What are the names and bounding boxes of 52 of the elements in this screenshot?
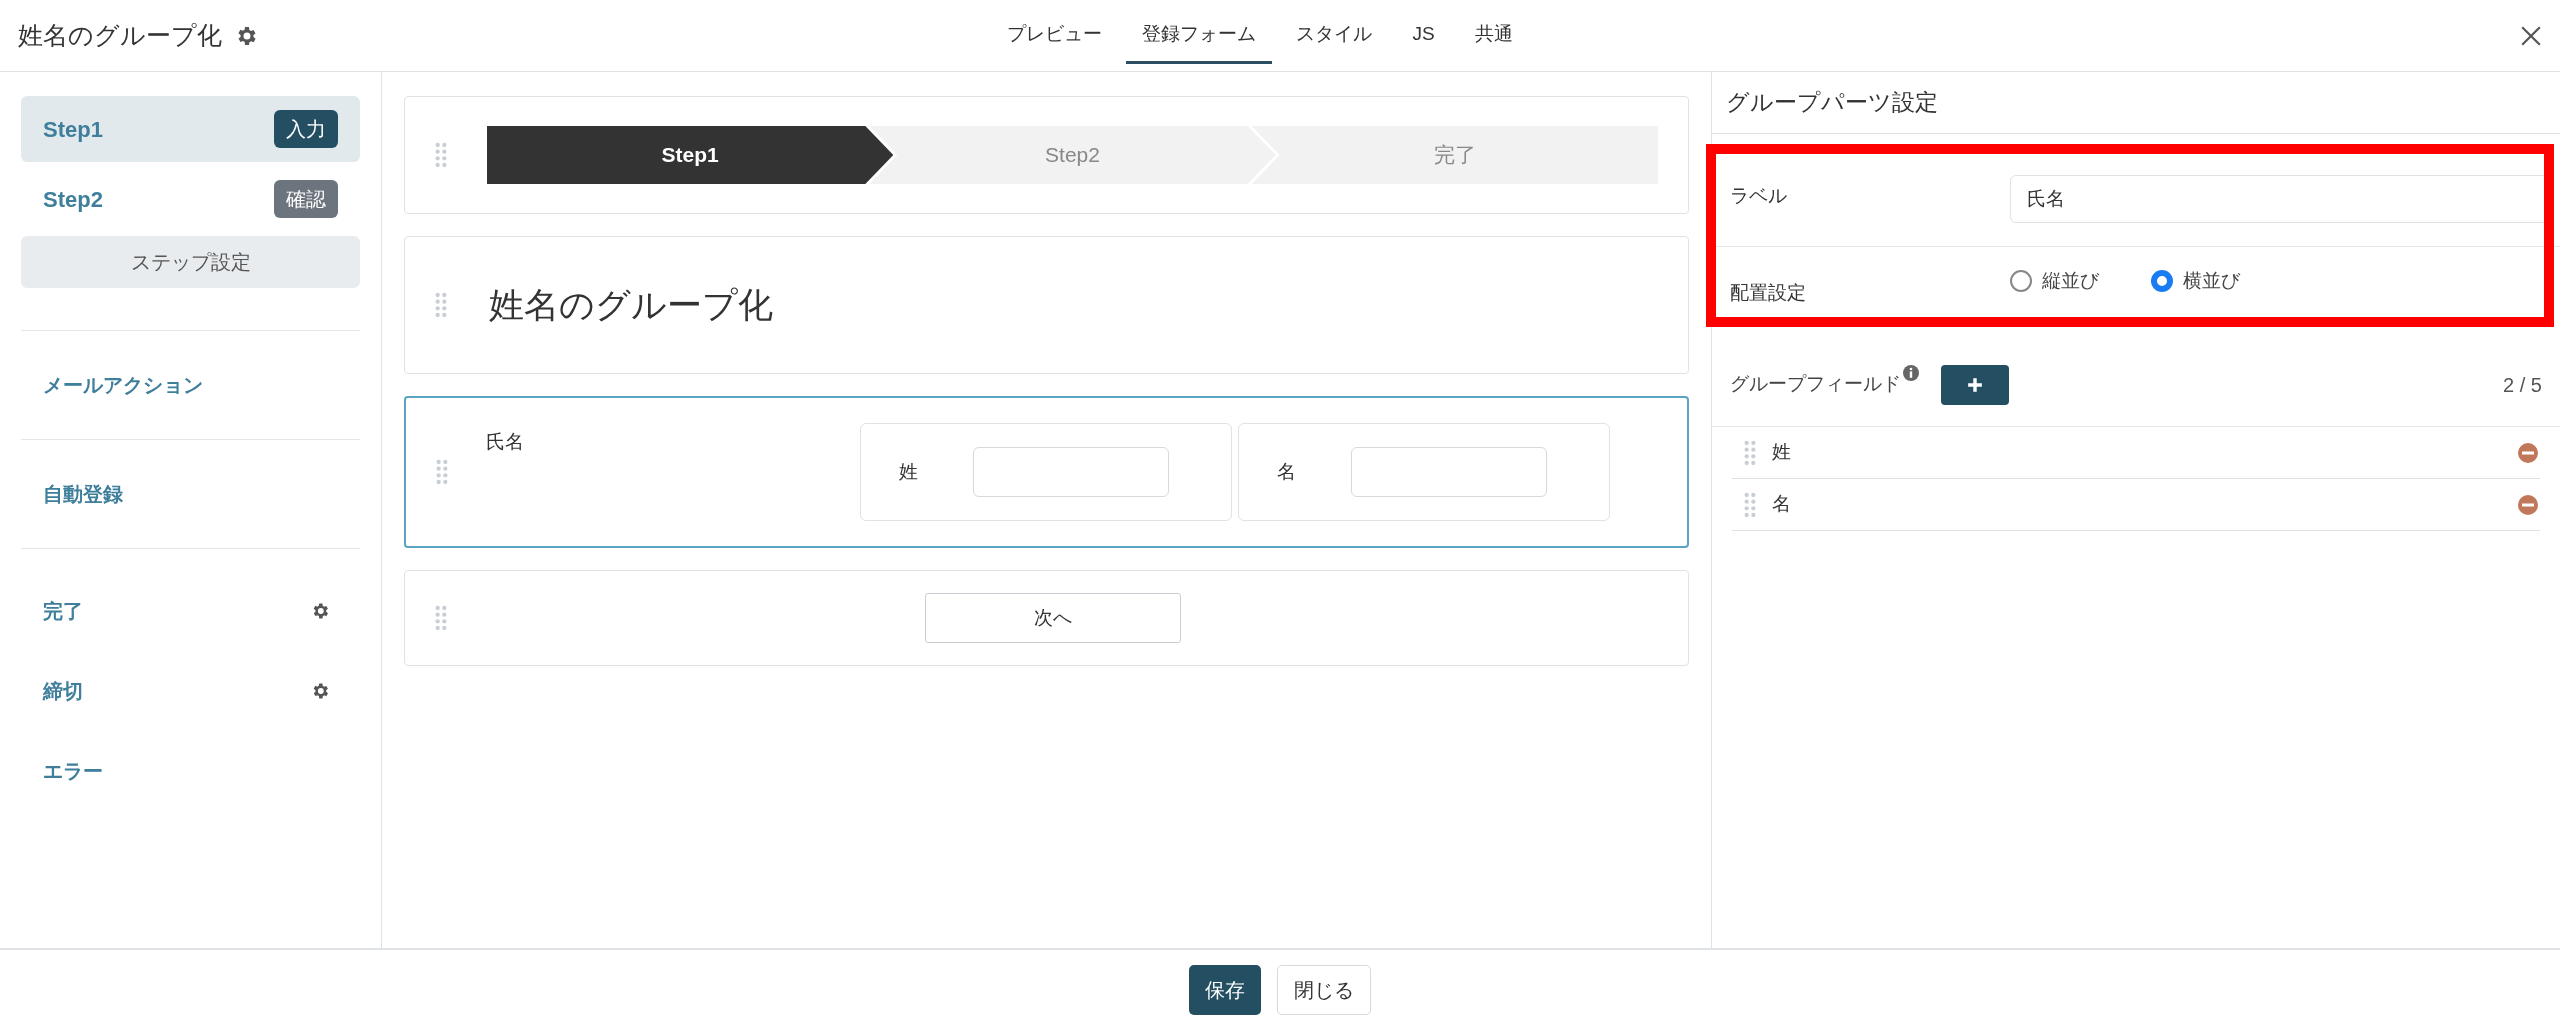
tab[interactable]: 共通 [1458, 7, 1529, 64]
radio-button[interactable] [2010, 270, 2032, 293]
close-icon[interactable] [2520, 24, 2542, 47]
input-field[interactable] [1351, 447, 1547, 497]
tab[interactable]: 登録フォーム [1126, 7, 1273, 64]
field-count: 2 / 5 [2503, 372, 2542, 398]
close-button[interactable]: 閉じる [1277, 965, 1371, 1015]
step-settings-button[interactable]: ステップ設定 [21, 236, 360, 288]
progress-step: 完了 [1251, 126, 1658, 184]
panel-title: グループパーツ設定 [1726, 88, 1938, 118]
subfield-label: 名 [1277, 459, 1297, 484]
group-field-card[interactable]: 氏名 姓 名 [404, 396, 1689, 548]
tab[interactable]: JS [1396, 7, 1451, 64]
step-item[interactable]: Step1 入力 [21, 96, 360, 162]
setting-label: ラベル [1730, 183, 1788, 208]
step-badge: 確認 [274, 180, 338, 218]
drag-handle-icon[interactable] [435, 292, 447, 318]
info-icon[interactable] [1903, 365, 1919, 381]
setting-label: 配置設定 [1730, 281, 1807, 305]
radio-option[interactable]: 横並び [2151, 267, 2240, 296]
form-heading: 姓名のグループ化 [489, 283, 773, 326]
next-button[interactable]: 次へ [924, 593, 1181, 643]
sidebar-link[interactable]: エラー [43, 756, 103, 786]
sidebar-link[interactable]: メールアクション [43, 370, 203, 400]
field-label: 氏名 [486, 430, 525, 454]
drag-handle-icon[interactable] [435, 142, 447, 168]
progress-step: Step1 [487, 126, 894, 184]
subfield-label: 姓 [899, 459, 919, 484]
radio-option[interactable]: 縦並び [2010, 267, 2099, 296]
section-label: グループフィールド [1730, 372, 1901, 397]
add-button[interactable] [1941, 364, 2009, 405]
drag-handle-icon[interactable] [1744, 491, 1756, 518]
tab[interactable]: プレビュー [991, 7, 1119, 64]
drag-handle-icon[interactable] [435, 605, 447, 631]
drag-handle-icon[interactable] [1744, 439, 1756, 466]
drag-handle-icon[interactable] [436, 459, 448, 485]
sidebar-link[interactable]: 自動登録 [43, 479, 123, 509]
tab[interactable]: スタイル [1280, 7, 1389, 64]
step-badge: 入力 [274, 110, 338, 148]
step-item[interactable]: Step2 確認 [21, 166, 360, 232]
group-field-item: 姓 [1772, 440, 1791, 465]
radio-button[interactable] [2151, 270, 2173, 293]
progress-step: Step2 [869, 126, 1276, 184]
input-field[interactable] [973, 447, 1169, 497]
plus-icon [1967, 376, 1983, 393]
remove-icon[interactable] [2518, 442, 2538, 463]
sidebar-link[interactable]: 締切 [43, 676, 83, 706]
remove-icon[interactable] [2518, 494, 2538, 515]
window-title: 姓名のグループ化 [18, 19, 222, 51]
save-button[interactable]: 保存 [1189, 965, 1261, 1015]
group-field-item: 名 [1772, 492, 1791, 517]
sidebar-link[interactable]: 完了 [43, 596, 83, 626]
